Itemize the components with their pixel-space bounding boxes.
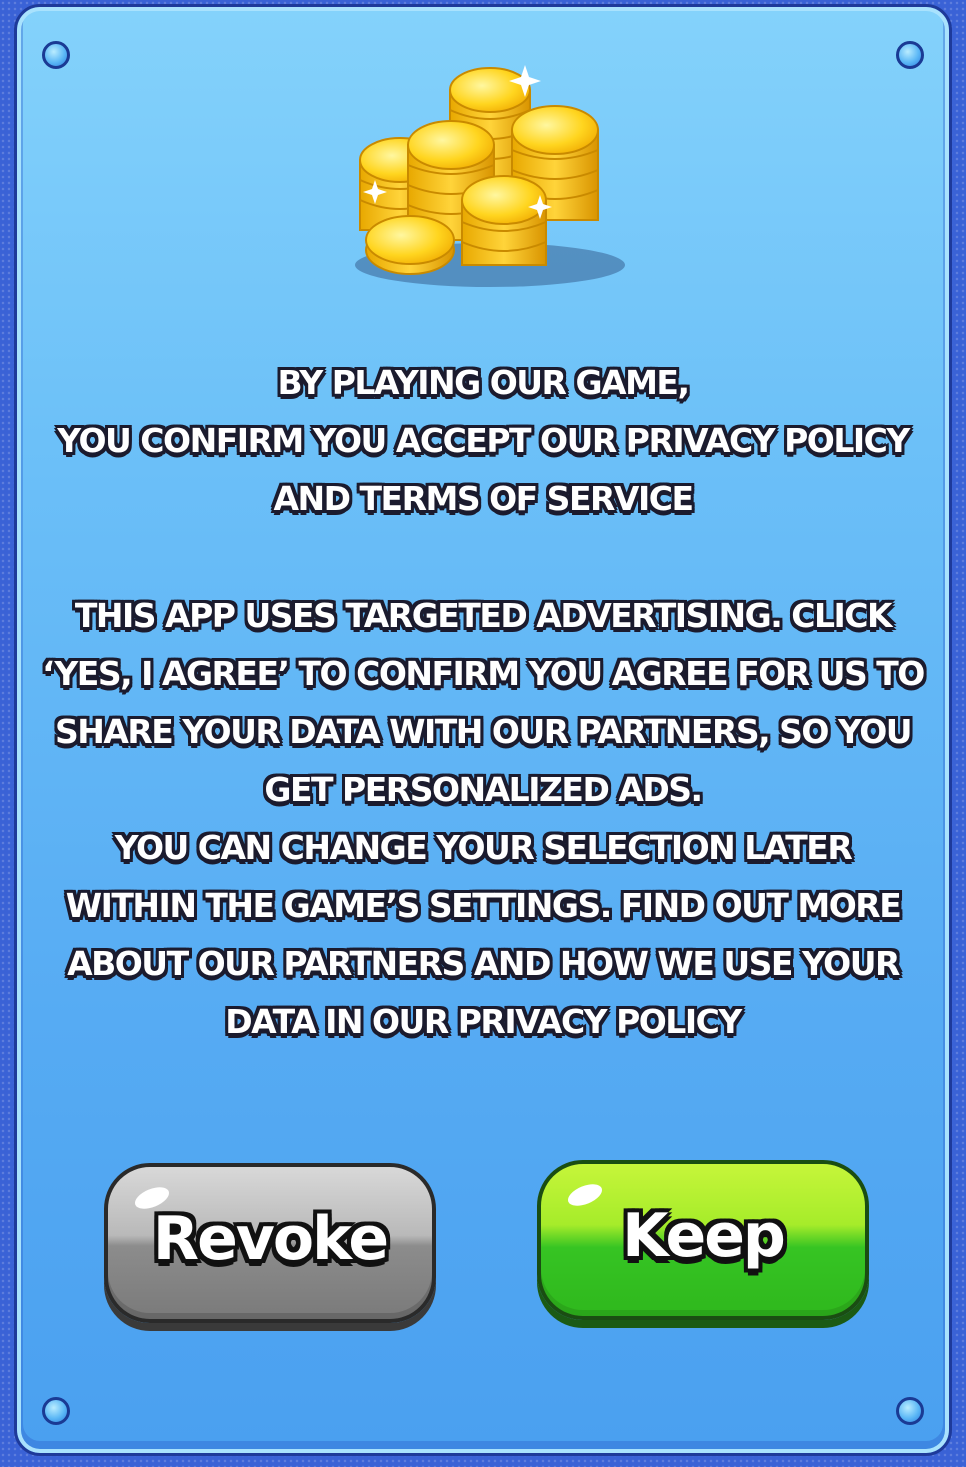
text-line: DATA IN OUR PRIVACY POLICY [225, 1002, 742, 1041]
rivet-decoration [896, 1397, 924, 1425]
text-line: YOU CONFIRM YOU ACCEPT OUR PRIVACY POLIC… [57, 421, 910, 460]
text-line: WITHIN THE GAME’S SETTINGS. FIND OUT MOR… [65, 886, 902, 925]
rivet-decoration [42, 41, 70, 69]
text-line: SHARE YOUR DATA WITH OUR PARTNERS, SO YO… [54, 712, 913, 751]
revoke-button[interactable]: Revoke [104, 1163, 436, 1323]
rivet-decoration [42, 1397, 70, 1425]
gloss-highlight [564, 1179, 606, 1211]
text-line: ABOUT OUR PARTNERS AND HOW WE USE YOUR [67, 944, 900, 983]
text-line: BY PLAYING OUR GAME, [277, 363, 691, 402]
text-line: YOU CAN CHANGE YOUR SELECTION LATER [114, 828, 853, 867]
terms-confirmation-text: BY PLAYING OUR GAME, YOU CONFIRM YOU ACC… [20, 354, 946, 528]
text-line: THIS APP USES TARGETED ADVERTISING. CLIC… [74, 596, 893, 635]
advertising-consent-text: THIS APP USES TARGETED ADVERTISING. CLIC… [20, 587, 946, 1051]
keep-button-label: Keep [622, 1201, 786, 1271]
gold-coins-icon [340, 50, 640, 300]
text-line: GET PERSONALIZED ADS. [264, 770, 703, 809]
keep-button[interactable]: Keep [537, 1160, 869, 1320]
text-line: ‘YES, I AGREE’ TO CONFIRM YOU AGREE FOR … [42, 654, 925, 693]
revoke-button-label: Revoke [152, 1204, 389, 1274]
rivet-decoration [896, 41, 924, 69]
text-line: AND TERMS OF SERVICE [273, 479, 694, 518]
